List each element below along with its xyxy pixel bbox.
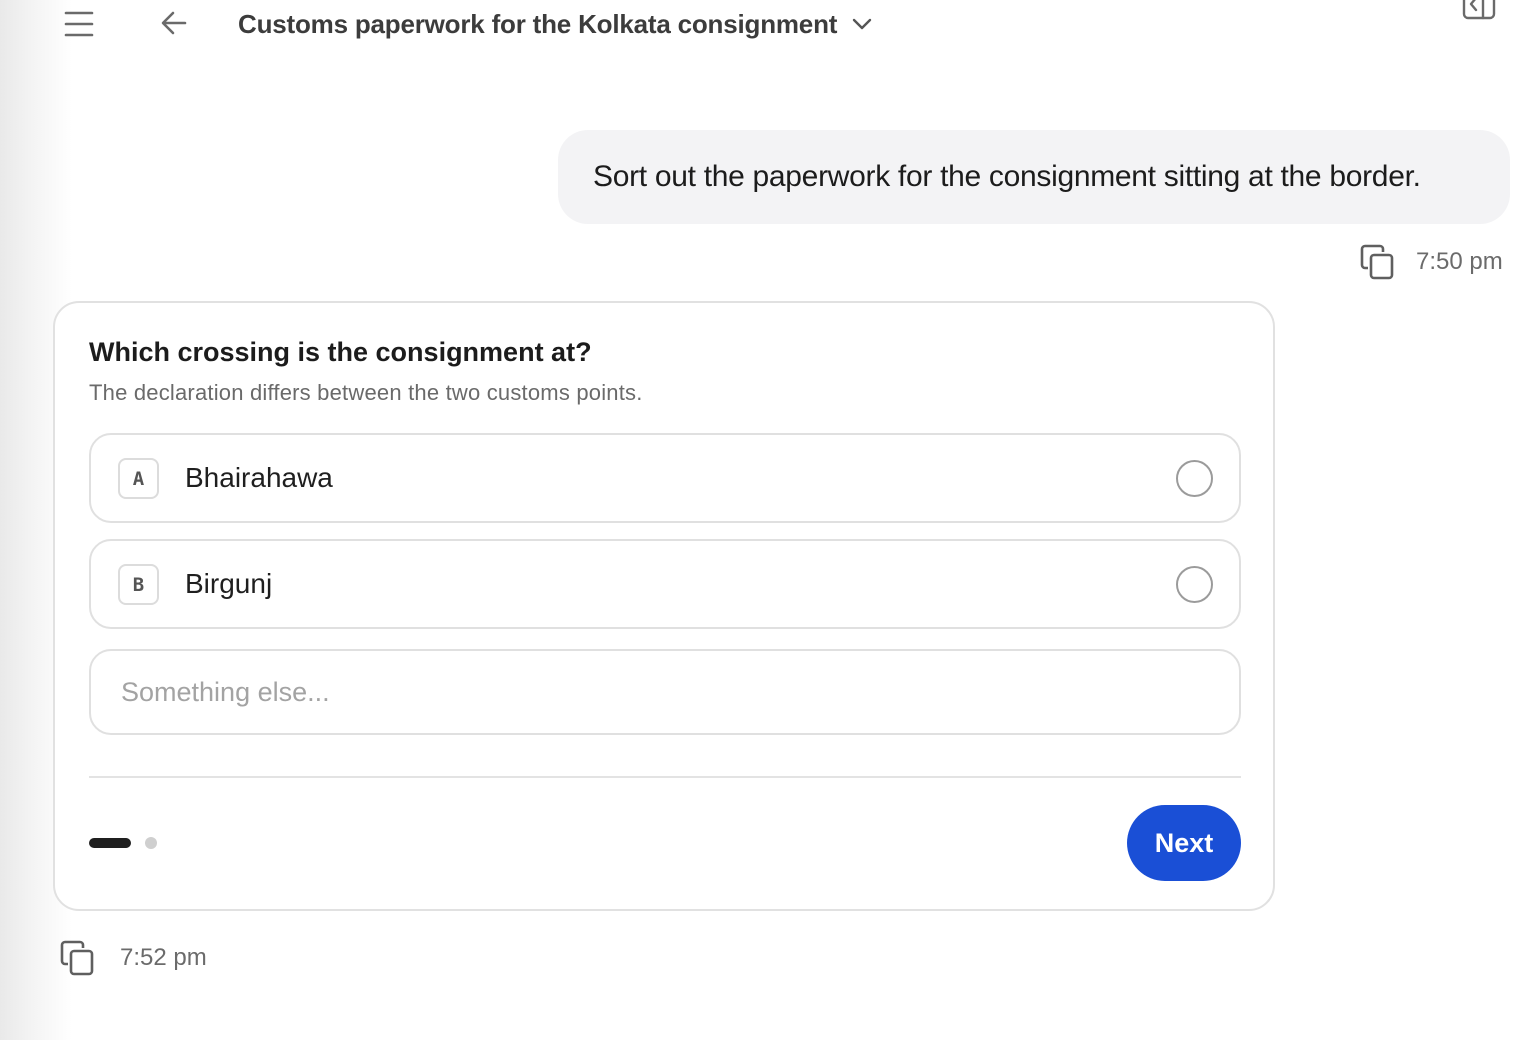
chevron-down-icon <box>851 13 873 35</box>
top-bar: Customs paperwork for the Kolkata consig… <box>0 0 1520 52</box>
option-radio-a[interactable] <box>1176 460 1213 497</box>
back-arrow-icon[interactable] <box>160 10 188 36</box>
question-card: Which crossing is the consignment at? Th… <box>53 301 1275 911</box>
conversation-title: Customs paperwork for the Kolkata consig… <box>238 8 838 39</box>
option-label-b: Birgunj <box>185 568 273 599</box>
option-key-a: A <box>118 458 159 499</box>
card-divider <box>89 776 1241 778</box>
page-indicator-active <box>89 838 131 848</box>
option-radio-b[interactable] <box>1176 566 1213 603</box>
option-a[interactable]: A Bhairahawa <box>89 433 1241 523</box>
question-subtitle: The declaration differs between the two … <box>89 380 643 405</box>
copy-icon[interactable] <box>1360 244 1394 280</box>
next-button[interactable]: Next <box>1127 805 1241 881</box>
assistant-message-time: 7:52 pm <box>120 944 207 971</box>
user-message-time: 7:50 pm <box>1416 248 1503 275</box>
user-message-text: Sort out the paperwork for the consignme… <box>593 160 1421 193</box>
user-message-meta: 7:50 pm <box>1360 244 1503 280</box>
user-message-bubble: Sort out the paperwork for the consignme… <box>558 130 1510 224</box>
page-indicator <box>145 837 157 849</box>
copy-icon[interactable] <box>60 940 94 976</box>
assistant-message-meta: 7:52 pm <box>60 940 207 976</box>
hamburger-menu-icon[interactable] <box>64 10 94 38</box>
conversation-title-dropdown[interactable]: Customs paperwork for the Kolkata consig… <box>238 6 873 42</box>
option-b[interactable]: B Birgunj <box>89 539 1241 629</box>
collapse-panel-icon[interactable] <box>1462 0 1496 22</box>
question-title: Which crossing is the consignment at? <box>89 337 592 367</box>
something-else-input[interactable] <box>89 649 1241 735</box>
pagination-dots <box>89 837 157 849</box>
option-label-a: Bhairahawa <box>185 462 333 493</box>
option-key-b: B <box>118 564 159 605</box>
